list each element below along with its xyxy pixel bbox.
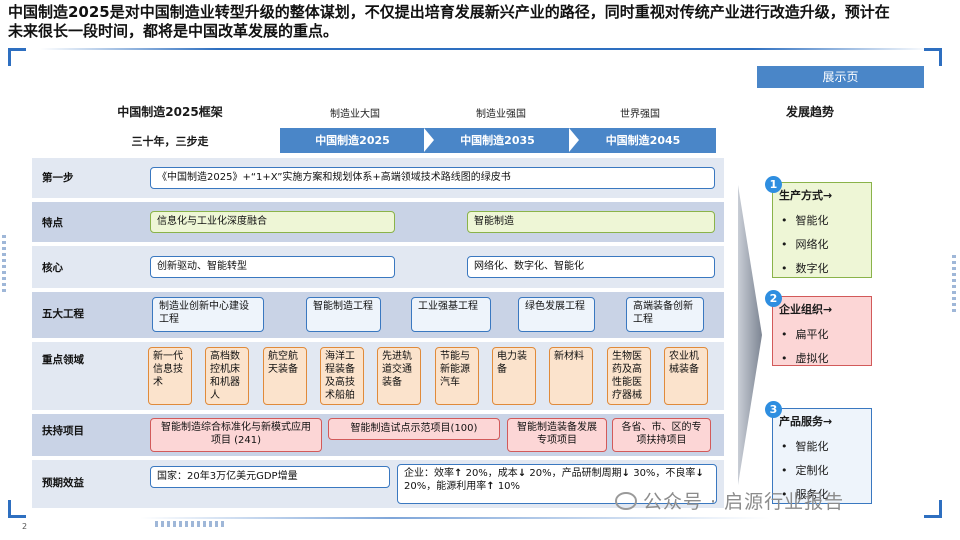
row-support: 扶持项目 智能制造综合标准化与新模式应用项目 (241) 智能制造试点示范项目(… bbox=[32, 414, 724, 456]
arrow-down-icon: ↓ bbox=[517, 468, 527, 479]
big-arrow-right-icon bbox=[738, 185, 762, 485]
row-features: 特点 信息化与工业化深度融合 智能制造 bbox=[32, 202, 724, 242]
field-box: 农业机械装备 bbox=[664, 347, 708, 405]
frame-bottom-line bbox=[140, 517, 770, 519]
field-box: 高档数控机床和机器人 bbox=[205, 347, 249, 405]
headline: 中国制造2025是对中国制造业转型升级的整体谋划，不仅提出培育发展新兴产业的路径… bbox=[8, 3, 890, 40]
row-label: 重点领域 bbox=[42, 354, 84, 366]
frame-corner-top-left bbox=[8, 48, 26, 66]
frame-top-line bbox=[40, 48, 930, 50]
trend-item: 网络化 bbox=[781, 233, 829, 257]
trend-item: 虚拟化 bbox=[781, 347, 829, 371]
three-steps-label: 三十年，三步走 bbox=[131, 135, 209, 148]
project-box: 智能制造工程 bbox=[306, 297, 381, 332]
trend-item: 扁平化 bbox=[781, 323, 829, 347]
row-step1: 第一步 《中国制造2025》+“1+X”实施方案和规划体系+高端领域技术路线图的… bbox=[32, 158, 724, 198]
decorative-dashes bbox=[155, 521, 225, 527]
step1-box: 《中国制造2025》+“1+X”实施方案和规划体系+高端领域技术路线图的绿皮书 bbox=[150, 167, 715, 189]
trend-item: 数字化 bbox=[781, 257, 829, 281]
core-box: 创新驱动、智能转型 bbox=[150, 256, 395, 278]
arrow-down-icon: ↓ bbox=[695, 468, 704, 479]
frame-corner-bottom-left bbox=[8, 500, 26, 518]
number-badge: 1 bbox=[765, 176, 782, 193]
chevron-right-icon bbox=[569, 128, 579, 152]
phase-step-3: 中国制造2045 bbox=[570, 128, 716, 153]
phase-step-1: 中国制造2025 bbox=[280, 128, 425, 153]
phase-label-2: 制造业强国 bbox=[476, 109, 526, 120]
arrow-up-icon: ↑ bbox=[486, 481, 495, 492]
trend-item: 智能化 bbox=[781, 209, 829, 233]
page-number: 2 bbox=[22, 522, 28, 531]
project-box: 制造业创新中心建设工程 bbox=[152, 297, 264, 332]
row-label: 特点 bbox=[42, 217, 63, 229]
watermark: 公众号 · 启源行业报告 bbox=[615, 487, 844, 514]
field-box: 节能与新能源汽车 bbox=[435, 347, 479, 405]
field-box: 电力装备 bbox=[492, 347, 536, 405]
benefit-text: 20%，产品研制周期 bbox=[529, 468, 622, 479]
side-dashes-right bbox=[952, 255, 956, 315]
field-box: 海洋工程装备及高技术船舶 bbox=[320, 347, 364, 405]
support-box: 智能制造装备发展专项项目 bbox=[507, 418, 607, 452]
trend-item: 定制化 bbox=[781, 459, 829, 483]
phase-arrow-bar: 中国制造2025 中国制造2035 中国制造2045 bbox=[280, 128, 716, 153]
arrow-down-icon: ↓ bbox=[621, 468, 631, 479]
trend-title: 发展趋势 bbox=[785, 105, 834, 119]
show-page-tag: 展示页 bbox=[757, 66, 924, 88]
framework-title: 中国制造2025框架 bbox=[117, 105, 223, 119]
project-box: 绿色发展工程 bbox=[518, 297, 595, 332]
arrow-up-icon: ↑ bbox=[454, 468, 463, 479]
trend-item: 智能化 bbox=[781, 435, 829, 459]
frame-corner-top-right bbox=[924, 48, 942, 66]
row-fields: 重点领域 新一代信息技术 高档数控机床和机器人 航空航天装备 海洋工程装备及高技… bbox=[32, 342, 724, 410]
support-box: 各省、市、区的专项扶持项目 bbox=[612, 418, 711, 452]
trend-heading: 企业组织→ bbox=[779, 303, 833, 316]
trend-box-organization: 企业组织→ 扁平化 虚拟化 bbox=[772, 296, 872, 366]
row-label: 核心 bbox=[42, 262, 63, 274]
number-badge: 3 bbox=[765, 401, 782, 418]
benefit-text: 20%，成本 bbox=[465, 468, 518, 479]
trend-heading: 产品服务→ bbox=[779, 415, 833, 428]
field-box: 生物医药及高性能医疗器械 bbox=[607, 347, 651, 405]
row-label: 扶持项目 bbox=[42, 425, 84, 437]
benefit-text: 30%，不良率 bbox=[633, 468, 696, 479]
core-box: 网络化、数字化、智能化 bbox=[467, 256, 715, 278]
side-dashes-left bbox=[2, 235, 6, 295]
field-box: 先进轨道交通装备 bbox=[377, 347, 421, 405]
benefit-text: 10% bbox=[497, 481, 521, 492]
project-box: 工业强基工程 bbox=[411, 297, 491, 332]
watermark-text: 公众号 · 启源行业报告 bbox=[643, 491, 845, 513]
frame-corner-bottom-right bbox=[924, 500, 942, 518]
row-label: 五大工程 bbox=[42, 308, 84, 320]
chevron-right-icon bbox=[424, 128, 434, 152]
benefit-text: 20%，能源利用率 bbox=[404, 481, 487, 492]
number-badge: 2 bbox=[765, 290, 782, 307]
feature-box: 智能制造 bbox=[467, 211, 715, 233]
field-box: 航空航天装备 bbox=[263, 347, 307, 405]
phase-step-2: 中国制造2035 bbox=[425, 128, 570, 153]
phase-label-1: 制造业大国 bbox=[330, 109, 380, 120]
field-box: 新一代信息技术 bbox=[148, 347, 192, 405]
trend-heading: 生产方式→ bbox=[779, 189, 833, 202]
row-projects: 五大工程 制造业创新中心建设工程 智能制造工程 工业强基工程 绿色发展工程 高端… bbox=[32, 292, 724, 338]
benefit-national: 国家：20年3万亿美元GDP增量 bbox=[150, 466, 390, 488]
project-box: 高端装备创新工程 bbox=[626, 297, 704, 332]
field-box: 新材料 bbox=[549, 347, 593, 405]
phase-label-3: 世界强国 bbox=[620, 109, 660, 120]
benefit-text: 企业：效率 bbox=[404, 468, 454, 479]
feature-box: 信息化与工业化深度融合 bbox=[150, 211, 395, 233]
trend-box-production: 生产方式→ 智能化 网络化 数字化 bbox=[772, 182, 872, 278]
row-core: 核心 创新驱动、智能转型 网络化、数字化、智能化 bbox=[32, 246, 724, 288]
row-label: 预期效益 bbox=[42, 477, 84, 489]
support-box: 智能制造试点示范项目(100) bbox=[328, 418, 500, 440]
row-label: 第一步 bbox=[42, 172, 74, 184]
wechat-icon bbox=[615, 492, 637, 510]
support-box: 智能制造综合标准化与新模式应用项目 (241) bbox=[150, 418, 322, 452]
